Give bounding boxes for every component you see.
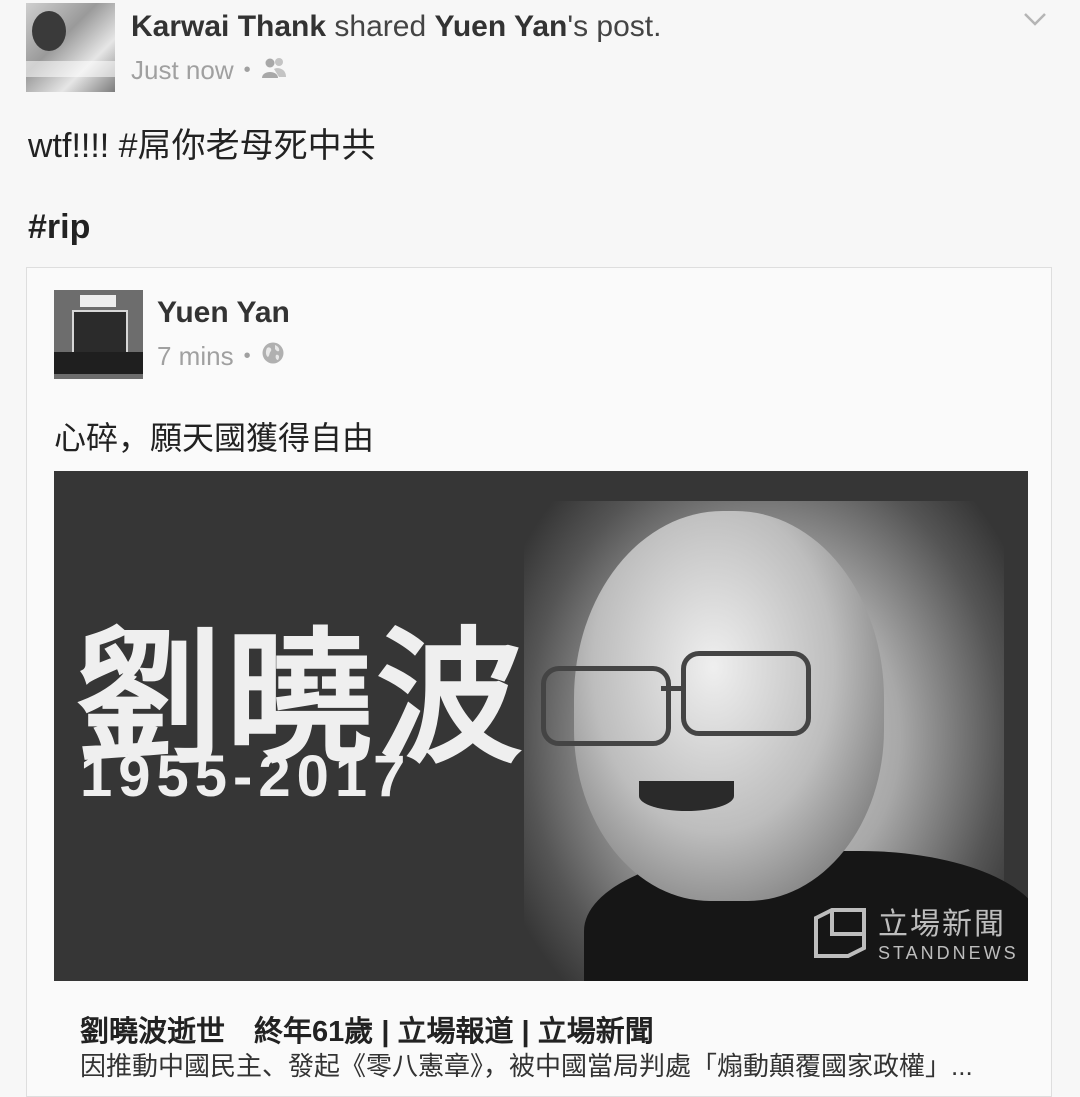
portrait-glasses-bridge xyxy=(661,686,685,691)
friends-icon[interactable] xyxy=(261,55,287,86)
post-timestamp[interactable]: Just now xyxy=(131,55,234,86)
avatar-banner xyxy=(54,352,143,374)
sharer-name[interactable]: Karwai Thank xyxy=(131,10,326,43)
chevron-down-icon[interactable] xyxy=(1022,6,1048,32)
avatar-face xyxy=(32,11,66,51)
shared-post-meta: 7 mins • xyxy=(157,341,285,372)
meta-separator: • xyxy=(243,345,251,367)
shared-post-card[interactable]: Yuen Yan 7 mins • 心碎，願天國獲得自由 劉曉波 1955-20… xyxy=(26,267,1052,1097)
shared-word: shared xyxy=(334,10,427,43)
shared-post-text: 心碎，願天國獲得自由 xyxy=(54,420,375,456)
shared-post-timestamp[interactable]: 7 mins xyxy=(157,341,234,372)
shared-author-avatar[interactable] xyxy=(54,290,143,379)
link-description: 因推動中國民主、發起《零八憲章》，被中國當局判處「煽動顛覆國家政權」... xyxy=(80,1051,973,1081)
meta-separator: • xyxy=(243,59,251,81)
post-header: Karwai Thank shared Yuen Yan's post. xyxy=(131,10,661,44)
original-poster-name[interactable]: Yuen Yan xyxy=(434,10,567,43)
post-suffix: 's post. xyxy=(567,10,662,43)
link-preview-image[interactable]: 劉曉波 1955-2017 立場新聞 STANDNEWS xyxy=(54,471,1028,981)
standnews-logo-icon xyxy=(814,907,866,958)
portrait-glasses-left xyxy=(541,666,671,746)
avatar-sign xyxy=(80,295,116,307)
avatar-band xyxy=(26,61,115,77)
link-title[interactable]: 劉曉波逝世 終年61歲 | 立場報道 | 立場新聞 xyxy=(80,1008,654,1050)
sharer-avatar[interactable] xyxy=(26,3,115,92)
post-text: wtf!!!! #屌你老母死中共 xyxy=(28,127,376,165)
logo-chinese-text: 立場新聞 xyxy=(878,908,1006,941)
shared-author-name[interactable]: Yuen Yan xyxy=(157,296,290,330)
standnews-logo: 立場新聞 STANDNEWS xyxy=(812,899,1019,964)
image-years-text: 1955-2017 xyxy=(80,744,412,809)
globe-icon xyxy=(261,341,285,372)
logo-english-text: STANDNEWS xyxy=(878,943,1019,963)
portrait-glasses-right xyxy=(681,651,811,736)
post-hashtag[interactable]: #rip xyxy=(28,208,90,247)
post-meta: Just now • xyxy=(131,55,287,86)
portrait-smile xyxy=(639,781,734,811)
